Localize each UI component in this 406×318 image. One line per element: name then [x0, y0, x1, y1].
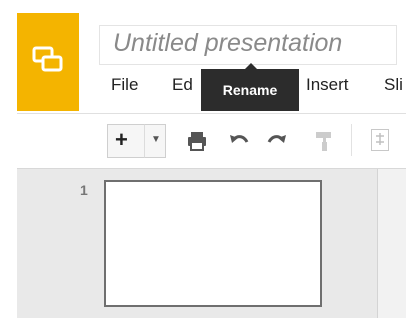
slides-logo-icon — [32, 46, 63, 72]
plus-icon: + — [115, 127, 128, 152]
menu-file[interactable]: File — [111, 75, 138, 95]
redo-button[interactable] — [266, 130, 288, 152]
paint-format-icon — [316, 132, 331, 151]
toolbar-separator — [351, 124, 352, 156]
slide-canvas-area[interactable] — [377, 169, 406, 318]
slide-number: 1 — [80, 182, 88, 198]
presentation-title-input[interactable]: Untitled presentation — [99, 25, 397, 65]
new-slide-button[interactable]: + — [107, 124, 145, 158]
menu-edit[interactable]: Ed — [172, 75, 193, 95]
undo-icon — [230, 135, 249, 143]
layout-button[interactable] — [371, 129, 389, 151]
chevron-down-icon: ▼ — [151, 134, 161, 145]
left-edge — [0, 0, 17, 318]
layout-icon — [376, 133, 384, 145]
slide-thumbnail[interactable] — [104, 180, 322, 307]
redo-icon — [267, 135, 286, 143]
menu-insert[interactable]: Insert — [306, 75, 349, 95]
new-slide-dropdown-button[interactable]: ▼ — [144, 124, 166, 158]
print-button[interactable] — [186, 130, 208, 152]
toolbar-divider — [17, 113, 406, 114]
app-window: Untitled presentation File Ed Insert Sli… — [0, 0, 406, 318]
paint-format-button[interactable] — [313, 130, 335, 152]
printer-icon — [188, 132, 206, 151]
menu-slide[interactable]: Sli — [384, 75, 403, 95]
undo-button[interactable] — [228, 130, 250, 152]
rename-tooltip: Rename — [201, 63, 299, 111]
slides-logo[interactable] — [17, 13, 79, 111]
